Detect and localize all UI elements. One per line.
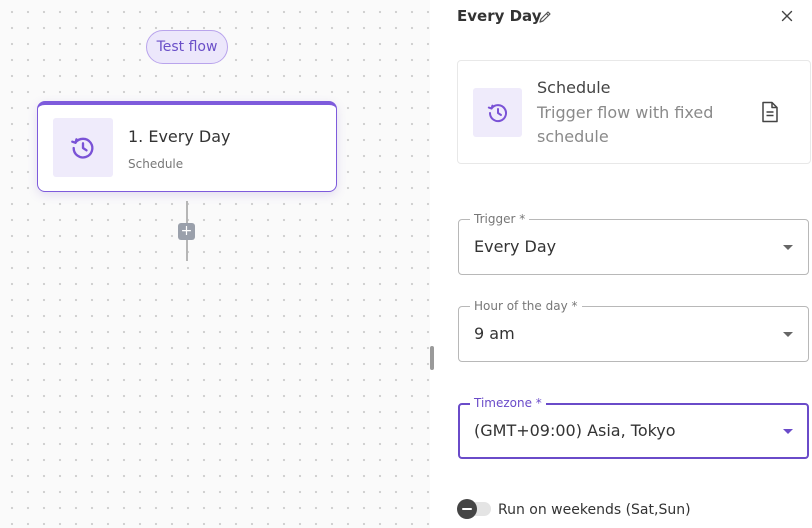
step-title: 1. Every Day	[128, 127, 231, 146]
hour-of-day-select[interactable]: Hour of the day * 9 am	[458, 299, 809, 362]
trigger-description: Trigger flow with fixed schedule	[537, 103, 714, 146]
panel-title: Every Day	[457, 7, 542, 25]
pencil-icon[interactable]	[538, 9, 552, 28]
toggle-off-icon	[457, 499, 477, 519]
trigger-select[interactable]: Trigger * Every Day	[458, 212, 809, 275]
timezone-select-value: (GMT+09:00) Asia, Tokyo	[474, 421, 676, 440]
step-subtitle: Schedule	[128, 157, 184, 171]
hour-select-value: 9 am	[474, 324, 515, 343]
timezone-select[interactable]: Timezone * (GMT+09:00) Asia, Tokyo	[458, 396, 809, 459]
step-settings-panel: Every Day Schedule Trigger flow with fix…	[438, 0, 812, 528]
caret-down-icon	[783, 332, 793, 337]
flow-step-card[interactable]: 1. Every Day Schedule	[37, 101, 337, 192]
close-icon[interactable]	[780, 8, 794, 27]
flow-canvas[interactable]: Test flow 1. Every Day Schedule +	[0, 0, 430, 528]
weekends-toggle-label: Run on weekends (Sat,Sun)	[498, 502, 691, 518]
trigger-info-card: Schedule Trigger flow with fixed schedul…	[457, 60, 811, 164]
document-icon[interactable]	[761, 101, 779, 127]
trigger-name: Schedule	[537, 78, 611, 97]
hour-select-label: Hour of the day *	[470, 299, 582, 313]
timezone-select-label: Timezone *	[470, 396, 546, 410]
add-step-button[interactable]: +	[178, 223, 195, 240]
caret-down-icon	[783, 429, 793, 434]
panel-resize-handle[interactable]	[430, 346, 434, 370]
trigger-select-value: Every Day	[474, 237, 557, 256]
caret-down-icon	[783, 245, 793, 250]
trigger-select-label: Trigger *	[470, 212, 530, 226]
schedule-clock-icon	[473, 88, 522, 137]
schedule-clock-icon	[53, 118, 113, 177]
test-flow-button[interactable]: Test flow	[146, 30, 228, 64]
